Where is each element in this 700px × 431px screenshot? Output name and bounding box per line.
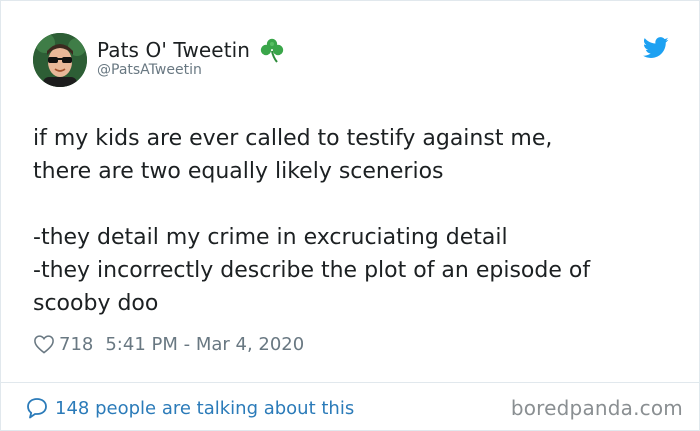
speech-bubble-icon xyxy=(27,398,47,419)
conversation-link-label[interactable]: 148 people are talking about this xyxy=(55,398,354,419)
tweet-text: if my kids are ever called to testify ag… xyxy=(33,122,673,320)
like-count[interactable]: 718 xyxy=(59,334,93,355)
author-avatar[interactable] xyxy=(33,33,87,87)
heart-icon[interactable] xyxy=(33,334,55,354)
author-handle[interactable]: @PatsATweetin xyxy=(97,62,202,78)
tweet-timestamp[interactable]: 5:41 PM - Mar 4, 2020 xyxy=(105,334,304,355)
tweet-line: -they detail my crime in excruciating de… xyxy=(33,225,508,250)
boredpanda-watermark: boredpanda.com xyxy=(510,396,683,420)
tweet-header: Pats O' Tweetin @PatsATweetin xyxy=(33,33,673,89)
conversation-link[interactable]: 148 people are talking about this xyxy=(25,395,354,421)
shamrock-icon xyxy=(260,38,284,63)
twitter-bird-icon[interactable] xyxy=(643,37,669,59)
avatar-image xyxy=(33,33,87,87)
tweet-meta: 718 5:41 PM - Mar 4, 2020 xyxy=(33,331,304,357)
tweet-line: there are two equally likely scenerios xyxy=(33,159,444,184)
author-display-name[interactable]: Pats O' Tweetin xyxy=(97,38,250,62)
tweet-card: Pats O' Tweetin @PatsATweetin if my kids… xyxy=(0,0,700,431)
tweet-line: scooby doo xyxy=(33,291,159,316)
tweet-line: if my kids are ever called to testify ag… xyxy=(33,126,553,151)
author-name-row: Pats O' Tweetin xyxy=(97,36,286,64)
tweet-line: -they incorrectly describe the plot of a… xyxy=(33,258,591,283)
divider xyxy=(1,382,699,383)
